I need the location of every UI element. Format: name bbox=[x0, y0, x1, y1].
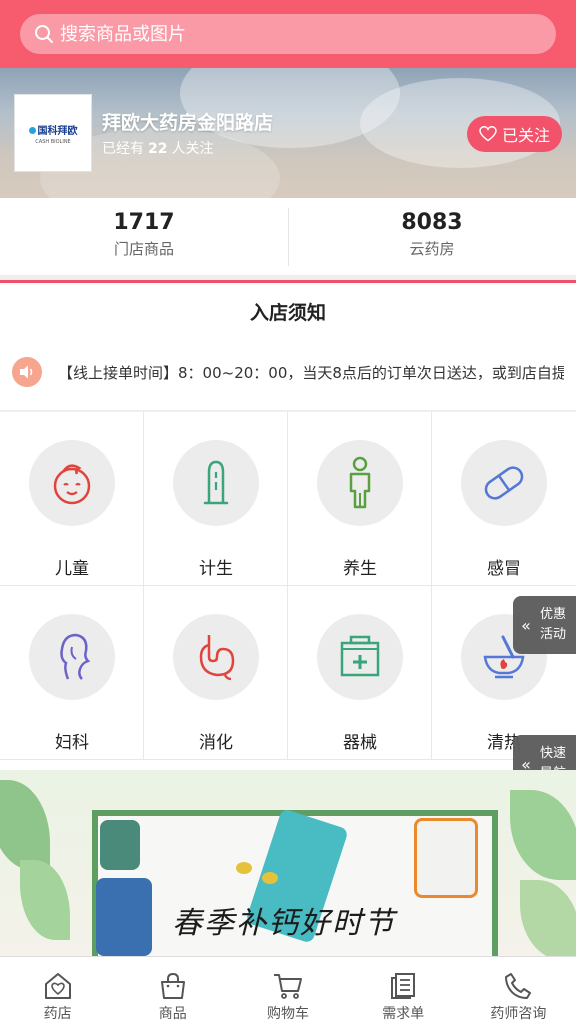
product-bottle-white bbox=[414, 818, 478, 898]
person-icon bbox=[317, 440, 403, 526]
store-icon bbox=[44, 973, 71, 999]
category-devices[interactable]: 器械 bbox=[288, 586, 432, 760]
stat-value: 8083 bbox=[401, 210, 463, 235]
category-label: 计生 bbox=[199, 559, 233, 579]
tab-products[interactable]: 商品 bbox=[115, 957, 230, 1024]
capsule-icon bbox=[461, 440, 547, 526]
logo-brand-text: 国科拜欧 bbox=[28, 122, 78, 137]
stat-value: 1717 bbox=[113, 210, 175, 235]
category-label: 器械 bbox=[343, 733, 377, 753]
phone-icon bbox=[505, 973, 532, 999]
follower-info: 已经有 22 人关注 bbox=[102, 141, 214, 157]
woman-profile-icon bbox=[29, 614, 115, 700]
store-header: 国科拜欧 CASH BIOLINE 拜欧大药房金阳路店 已经有 22 人关注 已关注 bbox=[0, 68, 576, 198]
category-grid: 儿童 计生 养生 感冒 妇科 消化 器械 清热 bbox=[0, 412, 576, 760]
double-chevron-left-icon: « bbox=[521, 615, 531, 635]
medical-kit-icon bbox=[317, 614, 403, 700]
leaf-decoration bbox=[0, 780, 50, 870]
stat-label: 门店商品 bbox=[113, 240, 174, 258]
stat-store-products[interactable]: 1717 门店商品 bbox=[0, 198, 288, 275]
pill-decoration bbox=[262, 872, 278, 884]
category-digestion[interactable]: 消化 bbox=[144, 586, 288, 760]
follow-button-label: 已关注 bbox=[501, 126, 550, 145]
category-label: 养生 bbox=[343, 559, 377, 579]
search-input[interactable] bbox=[60, 23, 520, 45]
tab-label: 药店 bbox=[43, 1006, 72, 1022]
category-cold[interactable]: 感冒 bbox=[432, 412, 576, 586]
tab-label: 商品 bbox=[158, 1006, 187, 1022]
product-box bbox=[96, 878, 152, 956]
category-health[interactable]: 养生 bbox=[288, 412, 432, 586]
logo-sub-text: CASH BIOLINE bbox=[35, 138, 71, 145]
category-label: 消化 bbox=[199, 733, 233, 753]
accent-divider bbox=[0, 280, 576, 283]
tab-label: 药师咨询 bbox=[490, 1006, 547, 1022]
tab-pharmacy[interactable]: 药店 bbox=[0, 957, 115, 1024]
list-icon bbox=[391, 973, 416, 999]
category-label: 儿童 bbox=[55, 559, 89, 579]
category-children[interactable]: 儿童 bbox=[0, 412, 144, 586]
tab-pharmacist-consult[interactable]: 药师咨询 bbox=[461, 957, 576, 1024]
leaf-decoration bbox=[20, 860, 70, 940]
notice-text: 【线上接单时间】8：00~20：00，当天8点后的订单次日送达，或到店自提 bbox=[58, 363, 564, 382]
follower-count: 22 bbox=[148, 141, 168, 157]
child-face-icon bbox=[29, 440, 115, 526]
heart-icon bbox=[479, 126, 497, 142]
leaf-decoration bbox=[520, 880, 576, 956]
notice-marquee[interactable]: 【线上接单时间】8：00~20：00，当天8点后的订单次日送达，或到店自提 bbox=[12, 356, 564, 388]
search-box[interactable] bbox=[20, 14, 556, 54]
stat-cloud-pharmacy[interactable]: 8083 云药房 bbox=[288, 198, 576, 275]
store-stats: 1717 门店商品 8083 云药房 bbox=[0, 198, 576, 275]
category-label: 感冒 bbox=[487, 559, 521, 579]
store-page: 国科拜欧 CASH BIOLINE 拜欧大药房金阳路店 已经有22人关注 已关注… bbox=[0, 0, 576, 1024]
follow-button[interactable]: 已关注 bbox=[467, 116, 562, 152]
tab-cart[interactable]: 购物车 bbox=[230, 957, 345, 1024]
top-search-bar bbox=[0, 0, 576, 68]
stat-label: 云药房 bbox=[409, 240, 455, 258]
store-name: 拜欧大药房金阳路店 bbox=[102, 112, 274, 134]
tab-label: 购物车 bbox=[267, 1006, 309, 1022]
category-gynecology[interactable]: 妇科 bbox=[0, 586, 144, 760]
store-logo: 国科拜欧 CASH BIOLINE bbox=[14, 94, 92, 172]
pill-decoration bbox=[236, 862, 252, 874]
bag-icon bbox=[160, 972, 185, 999]
notice-title: 入店须知 bbox=[249, 302, 326, 324]
cart-icon bbox=[274, 974, 302, 999]
promo-banner[interactable]: 春季补钙好时节 bbox=[0, 770, 576, 956]
leaf-decoration bbox=[510, 790, 576, 880]
tab-requests[interactable]: 需求单 bbox=[346, 957, 461, 1024]
stomach-icon bbox=[173, 614, 259, 700]
tab-label: 需求单 bbox=[382, 1006, 425, 1022]
banner-slogan: 春季补钙好时节 bbox=[172, 906, 396, 941]
product-pot bbox=[100, 820, 140, 870]
condom-icon bbox=[173, 440, 259, 526]
promotions-side-tab[interactable]: « 优惠 活动 bbox=[513, 596, 576, 654]
speaker-icon bbox=[12, 357, 42, 387]
category-family-planning[interactable]: 计生 bbox=[144, 412, 288, 586]
search-icon bbox=[35, 25, 53, 43]
category-label: 妇科 bbox=[55, 733, 89, 753]
bottom-tab-bar: 药店 商品 购物车 需求单 药师咨询 bbox=[0, 956, 576, 1024]
